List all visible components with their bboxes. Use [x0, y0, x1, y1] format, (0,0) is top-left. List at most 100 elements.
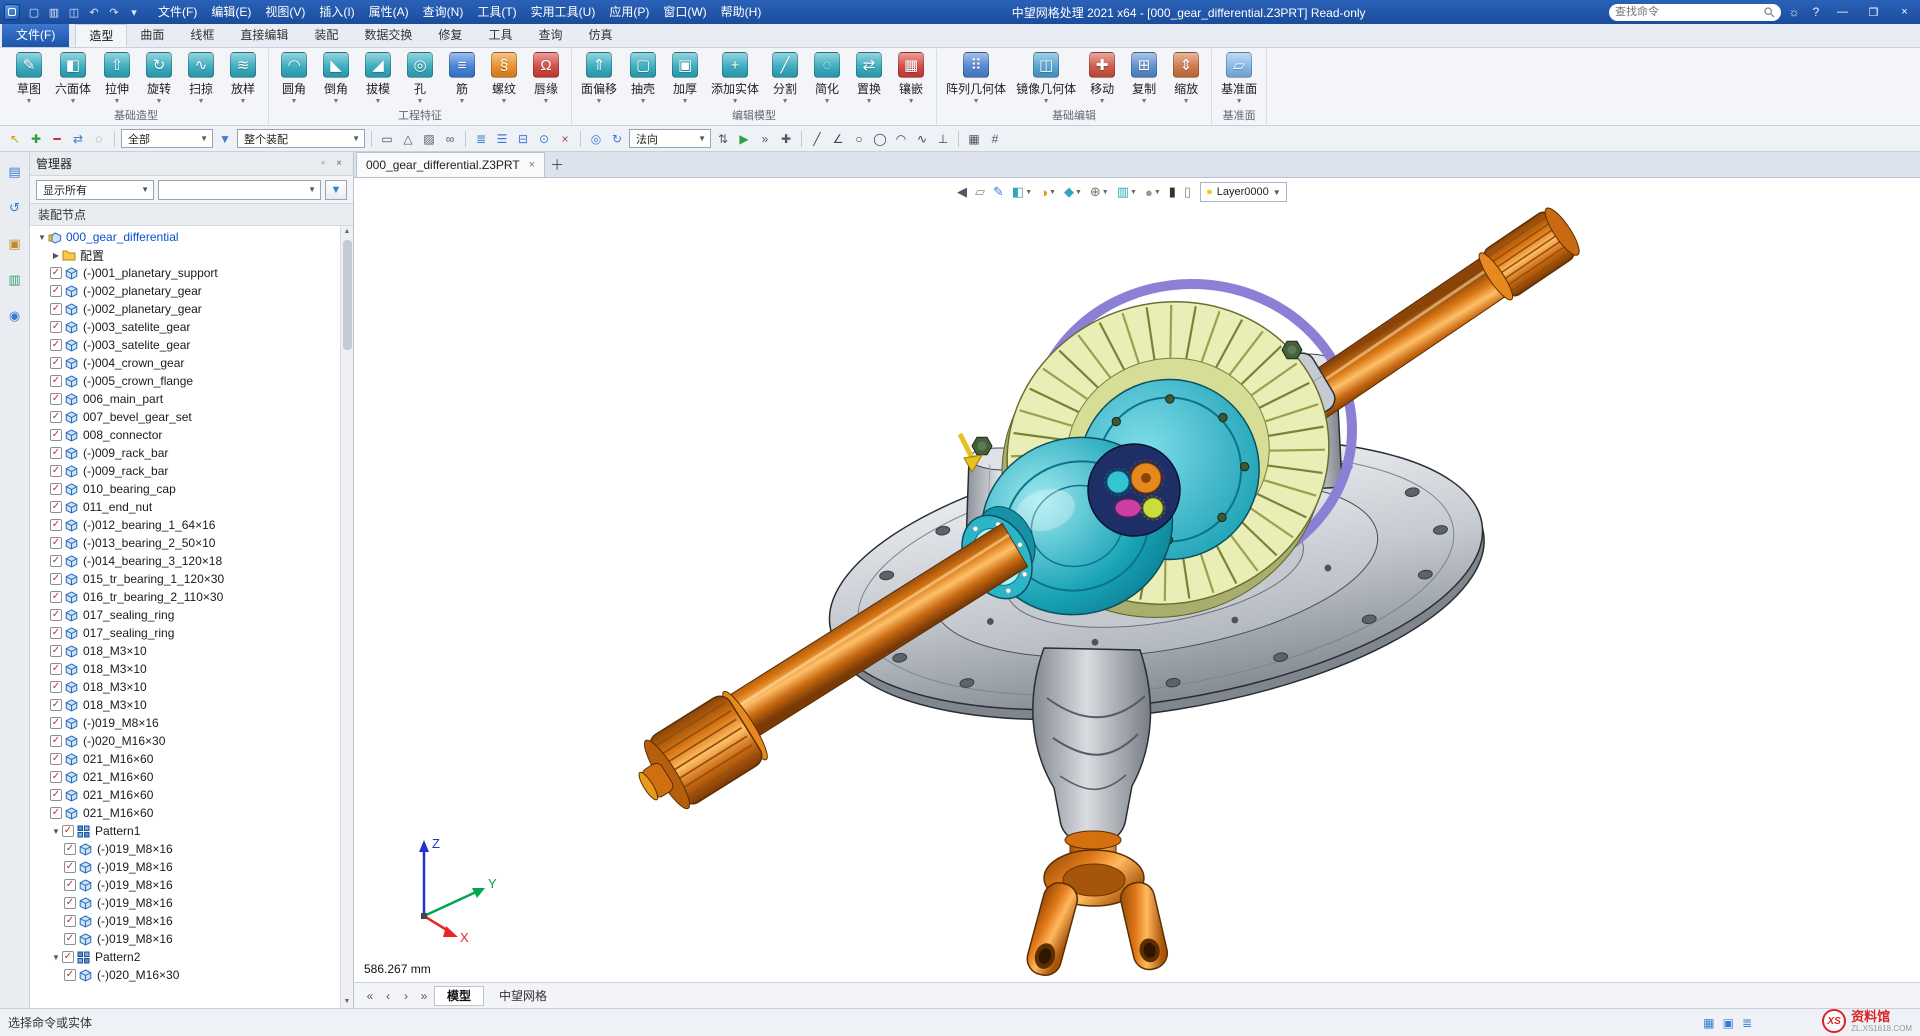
menu-applications[interactable]: 应用(P): [602, 0, 656, 24]
tree-node[interactable]: ✓(-)003_satelite_gear: [30, 318, 353, 336]
tree-node-checkbox[interactable]: ✓: [62, 951, 74, 963]
orientation-combo[interactable]: 法向▼: [629, 129, 711, 148]
command-search-box[interactable]: [1609, 4, 1781, 21]
tree-node[interactable]: ✓017_sealing_ring: [30, 606, 353, 624]
section-view-icon[interactable]: ▥▼: [1114, 182, 1140, 202]
shade-mode-icon[interactable]: ◧▼: [1009, 182, 1035, 202]
list-status-icon[interactable]: ≣: [1742, 1016, 1752, 1030]
circle-tool-icon[interactable]: ○: [850, 130, 868, 148]
model-canvas[interactable]: [354, 178, 1920, 982]
tree-node-checkbox[interactable]: ✓: [50, 519, 62, 531]
tree-node[interactable]: ✓(-)002_planetary_gear: [30, 300, 353, 318]
ribbon-button-fillet[interactable]: ◠圆角▼: [273, 50, 315, 106]
tree-node[interactable]: ✓021_M16×60: [30, 768, 353, 786]
search-panel-icon[interactable]: ◉: [5, 306, 25, 326]
tree-node-checkbox[interactable]: ✓: [50, 645, 62, 657]
sheet-tab-mesh[interactable]: 中望网格: [486, 986, 560, 1006]
tree-scrollbar[interactable]: ▲ ▼: [340, 226, 353, 1008]
ribbon-button-datum[interactable]: ▱基准面▼: [1216, 50, 1262, 106]
list-view-icon[interactable]: ≣: [472, 130, 490, 148]
settings-gear-icon[interactable]: ☼: [1785, 3, 1803, 21]
ribbon-button-chamfer[interactable]: ◣倒角▼: [315, 50, 357, 106]
pick-polygon-icon[interactable]: △: [399, 130, 417, 148]
ribbon-button-sweep[interactable]: ∿扫掠▼: [180, 50, 222, 106]
ribbon-tab-simulation[interactable]: 仿真: [575, 24, 625, 47]
tree-node[interactable]: ✓(-)020_M16×30: [30, 966, 353, 984]
tree-node-checkbox[interactable]: ✓: [50, 663, 62, 675]
tree-node-checkbox[interactable]: ✓: [50, 591, 62, 603]
new-file-icon[interactable]: ▢: [25, 3, 43, 21]
sheet-tab-model[interactable]: 模型: [434, 986, 484, 1006]
collapse-arrow-icon[interactable]: ▼: [50, 827, 62, 836]
tree-node[interactable]: ✓007_bevel_gear_set: [30, 408, 353, 426]
scroll-down-icon[interactable]: ▼: [344, 996, 351, 1008]
tree-node-checkbox[interactable]: ✓: [50, 267, 62, 279]
close-tab-icon[interactable]: ×: [529, 159, 535, 171]
pick-window-icon[interactable]: ▭: [378, 130, 396, 148]
display-status-icon[interactable]: ▣: [1723, 1016, 1734, 1030]
collapse-arrow-icon[interactable]: ▼: [50, 953, 62, 962]
tree-node-checkbox[interactable]: ✓: [64, 933, 76, 945]
name-filter-combo[interactable]: ▼: [158, 180, 321, 200]
ribbon-tab-shape[interactable]: 造型: [75, 24, 127, 47]
pick-chain-icon[interactable]: ∞: [441, 130, 459, 148]
tree-node[interactable]: ✓(-)020_M16×30: [30, 732, 353, 750]
first-sheet-icon[interactable]: «: [362, 989, 378, 1003]
tree-node[interactable]: ✓(-)001_planetary_support: [30, 264, 353, 282]
menu-file[interactable]: 文件(F): [151, 0, 204, 24]
ribbon-button-offset[interactable]: ⇑面偏移▼: [576, 50, 622, 106]
exit-view-icon[interactable]: ◀: [954, 182, 970, 202]
ribbon-button-sketch[interactable]: ✎草图▼: [8, 50, 50, 106]
layer-combo[interactable]: ●Layer0000▼: [1200, 182, 1287, 202]
unlink-icon[interactable]: ×: [556, 130, 574, 148]
fast-forward-icon[interactable]: »: [756, 130, 774, 148]
redo-icon[interactable]: ↷: [105, 3, 123, 21]
lasso-select-icon[interactable]: ◌: [90, 130, 108, 148]
tree-node-checkbox[interactable]: ✓: [50, 501, 62, 513]
menu-insert[interactable]: 插入(I): [312, 0, 361, 24]
tree-node-checkbox[interactable]: ✓: [50, 483, 62, 495]
tree-node[interactable]: ✓010_bearing_cap: [30, 480, 353, 498]
tree-node[interactable]: ✓(-)019_M8×16: [30, 930, 353, 948]
ribbon-button-draft[interactable]: ◢拔模▼: [357, 50, 399, 106]
tree-node[interactable]: ✓(-)002_planetary_gear: [30, 282, 353, 300]
tree-node-checkbox[interactable]: ✓: [50, 699, 62, 711]
coordinate-display-icon[interactable]: ⊕▼: [1087, 182, 1112, 202]
ribbon-button-loft[interactable]: ≋放样▼: [222, 50, 264, 106]
collapse-arrow-icon[interactable]: ▼: [36, 233, 48, 242]
filter-funnel-icon[interactable]: ▼: [216, 130, 234, 148]
tree-node-checkbox[interactable]: ✓: [50, 573, 62, 585]
close-panel-icon[interactable]: ×: [331, 156, 347, 172]
tree-node[interactable]: ▼✓Pattern1: [30, 822, 353, 840]
tree-node[interactable]: ✓021_M16×60: [30, 786, 353, 804]
tree-node-checkbox[interactable]: ✓: [64, 861, 76, 873]
tree-node[interactable]: ✓(-)014_bearing_3_120×18: [30, 552, 353, 570]
qat-customize-icon[interactable]: ▾: [125, 3, 143, 21]
tree-node[interactable]: ✓(-)009_rack_bar: [30, 462, 353, 480]
tree-node-checkbox[interactable]: ✓: [50, 609, 62, 621]
tree-node-checkbox[interactable]: ✓: [50, 411, 62, 423]
ribbon-button-box[interactable]: ◧六面体▼: [50, 50, 96, 106]
search-input[interactable]: [1615, 6, 1760, 18]
tree-node-checkbox[interactable]: ✓: [62, 825, 74, 837]
pin-panel-icon[interactable]: ▫: [315, 156, 331, 172]
tree-node[interactable]: ✓(-)019_M8×16: [30, 912, 353, 930]
tree-node-checkbox[interactable]: ✓: [50, 735, 62, 747]
menu-attributes[interactable]: 属性(A): [362, 0, 416, 24]
ribbon-button-split[interactable]: ╱分割▼: [764, 50, 806, 106]
expand-arrow-icon[interactable]: ▶: [50, 251, 62, 260]
tree-node[interactable]: ▼✓Pattern2: [30, 948, 353, 966]
menu-window[interactable]: 窗口(W): [656, 0, 713, 24]
next-sheet-icon[interactable]: ›: [398, 989, 414, 1003]
tree-node[interactable]: ✓(-)004_crown_gear: [30, 354, 353, 372]
target-point-icon[interactable]: ◎: [587, 130, 605, 148]
tree-node-checkbox[interactable]: ✓: [50, 753, 62, 765]
tree-node-checkbox[interactable]: ✓: [50, 339, 62, 351]
document-tab[interactable]: 000_gear_differential.Z3PRT ×: [356, 152, 545, 177]
tree-node-checkbox[interactable]: ✓: [50, 465, 62, 477]
ribbon-button-extrude[interactable]: ⇧拉伸▼: [96, 50, 138, 106]
paintbrush-icon[interactable]: ✎: [990, 182, 1007, 202]
arc-tool-icon[interactable]: ◠: [892, 130, 910, 148]
select-cursor-icon[interactable]: ↖: [6, 130, 24, 148]
spline-tool-icon[interactable]: ∿: [913, 130, 931, 148]
